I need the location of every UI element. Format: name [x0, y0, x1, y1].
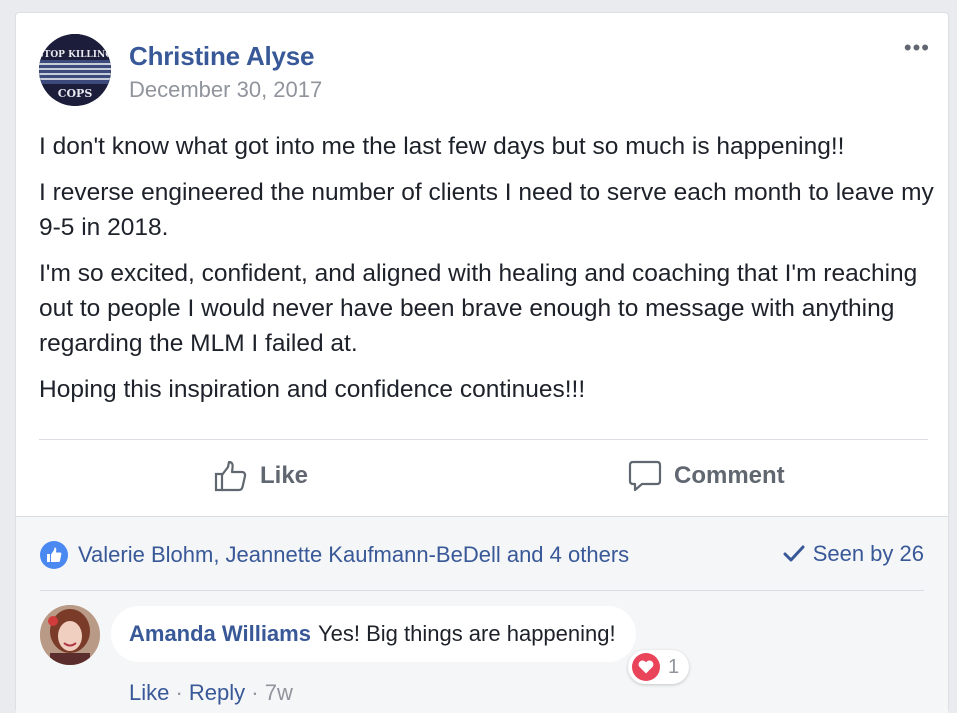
post-date[interactable]: December 30, 2017 — [129, 77, 322, 103]
post-author[interactable]: Christine Alyse — [129, 41, 315, 72]
action-divider — [39, 439, 928, 440]
author-avatar[interactable]: STOP KILLING COPS — [39, 34, 111, 106]
comment-button[interactable]: Comment — [628, 460, 785, 492]
post-paragraph: I'm so excited, confident, and aligned w… — [39, 260, 918, 357]
post-footer: Valerie Blohm, Jeannette Kaufmann-BeDell… — [16, 516, 948, 713]
comment-author[interactable]: Amanda Williams — [129, 621, 311, 647]
seen-by-label: Seen by 26 — [812, 541, 924, 566]
post-paragraph: I reverse engineered the number of clien… — [39, 179, 934, 241]
avatar-text-bottom: COPS — [58, 87, 93, 100]
post-body: I don't know what got into me the last f… — [39, 129, 939, 418]
separator: · — [245, 680, 265, 705]
comment-actions: Like · Reply · 7w — [129, 680, 293, 706]
comments-divider — [40, 590, 924, 591]
seen-by[interactable]: Seen by 26 — [783, 541, 924, 567]
commenter-avatar[interactable] — [40, 605, 100, 665]
comment-bubble-icon — [628, 460, 662, 492]
reactions-summary[interactable]: Valerie Blohm, Jeannette Kaufmann-BeDell… — [40, 541, 629, 569]
more-dots-icon[interactable]: ••• — [904, 35, 930, 61]
commenter-photo — [40, 605, 100, 665]
like-button[interactable]: Like — [214, 460, 308, 492]
comment-reply-link[interactable]: Reply — [189, 680, 245, 705]
post-paragraph: I don't know what got into me the last f… — [39, 133, 845, 160]
comment-text: Yes! Big things are happening! — [317, 621, 616, 646]
avatar-flag-graphic: STOP KILLING COPS — [39, 34, 111, 106]
separator: · — [169, 680, 189, 705]
likers-names: Valerie Blohm, Jeannette Kaufmann-BeDell… — [78, 542, 630, 567]
post-paragraph: Hoping this inspiration and confidence c… — [39, 376, 586, 403]
reaction-count: 1 — [668, 655, 680, 678]
post-card: STOP KILLING COPS Christine Alyse Decemb… — [15, 12, 949, 713]
like-reaction-icon — [40, 541, 68, 569]
comment-label: Comment — [674, 462, 785, 489]
comment-time[interactable]: 7w — [265, 680, 293, 705]
avatar-text-top: STOP KILLING — [39, 50, 111, 60]
comment-like-link[interactable]: Like — [129, 680, 169, 705]
thumbs-up-icon — [214, 460, 247, 492]
comment-reaction-badge[interactable]: 1 — [628, 650, 690, 684]
comment-bubble: Amanda Williams Yes! Big things are happ… — [111, 606, 636, 662]
like-label: Like — [260, 462, 309, 489]
checkmark-icon — [783, 545, 805, 562]
heart-icon — [632, 653, 660, 681]
